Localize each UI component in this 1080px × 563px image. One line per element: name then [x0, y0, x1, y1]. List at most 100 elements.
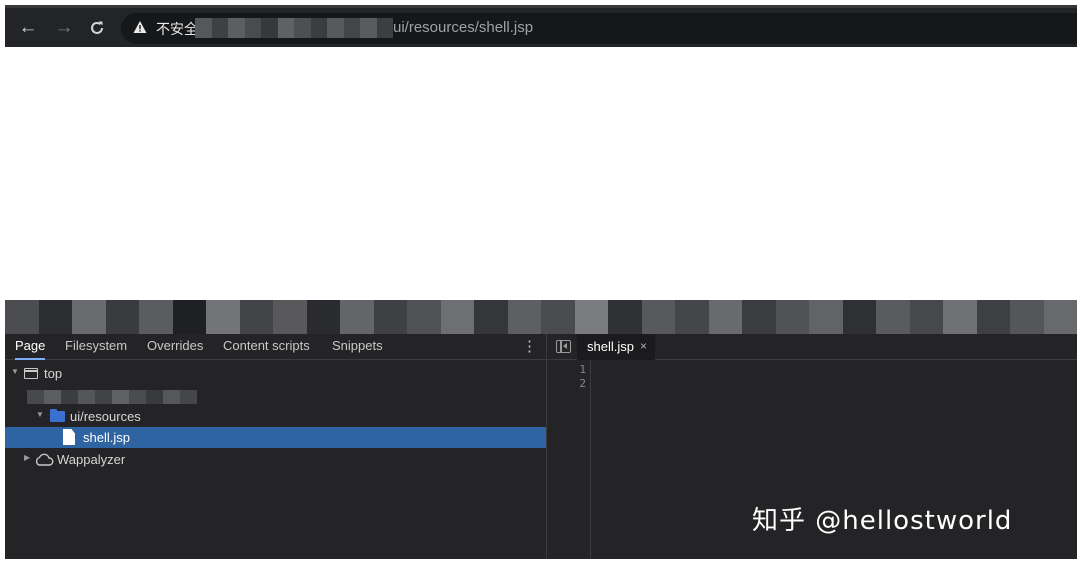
tab-page[interactable]: Page	[15, 338, 46, 360]
tree-item-label: shell.jsp	[83, 430, 130, 445]
redaction-block	[139, 300, 173, 334]
file-icon	[63, 429, 75, 445]
reload-button[interactable]	[83, 14, 111, 42]
redaction-block	[976, 300, 1010, 334]
redaction-block	[195, 18, 212, 38]
browser-toolbar: ← → 不安全 ui/resources/shell.jsp	[5, 5, 1077, 47]
redaction-block	[343, 18, 360, 38]
tab-filesystem[interactable]: Filesystem	[65, 338, 127, 360]
redaction-block	[239, 300, 273, 334]
redaction-block	[909, 300, 943, 334]
redaction-block	[842, 300, 876, 334]
redaction-block	[112, 390, 129, 404]
redaction-block	[809, 300, 843, 334]
redaction-block	[206, 300, 240, 334]
redaction-block	[180, 390, 197, 404]
redaction-block	[1010, 300, 1044, 334]
warning-icon	[133, 21, 147, 33]
redaction-block	[72, 300, 106, 334]
navigator-tabbar: Page Filesystem Overrides Content script…	[5, 334, 546, 360]
tree-item-label: Wappalyzer	[57, 452, 126, 467]
redaction-block	[641, 300, 675, 334]
redacted-banner	[5, 300, 1077, 334]
redaction-block	[211, 18, 228, 38]
redaction-block	[507, 300, 541, 334]
redaction-block	[294, 18, 311, 38]
back-button[interactable]: ←	[14, 14, 42, 42]
editor-tab-label: shell.jsp	[587, 339, 634, 354]
redaction-block	[327, 18, 344, 38]
redaction-block	[376, 18, 393, 38]
redaction-block	[608, 300, 642, 334]
security-label[interactable]: 不安全	[156, 19, 198, 39]
redaction-block	[360, 18, 377, 38]
forward-button[interactable]: →	[50, 14, 78, 42]
redaction-block	[277, 18, 294, 38]
url-text[interactable]: ui/resources/shell.jsp	[393, 19, 533, 36]
tree-item-label: top	[44, 366, 63, 381]
tree-item-top[interactable]: ▼ top	[5, 363, 546, 384]
redaction-block	[943, 300, 977, 334]
folder-icon	[50, 409, 65, 422]
redaction-block	[876, 300, 910, 334]
close-icon[interactable]: ×	[640, 339, 647, 353]
redaction-block	[261, 18, 278, 38]
redaction-block	[244, 18, 261, 38]
redaction-block	[146, 390, 163, 404]
line-number: 2	[579, 377, 586, 390]
redaction-block	[172, 300, 206, 334]
url-redacted-segment	[195, 18, 393, 38]
toggle-navigator-icon[interactable]	[556, 340, 571, 353]
screenshot: ← → 不安全 ui/resources/shell.jsp Page File…	[0, 0, 1080, 563]
redaction-block	[742, 300, 776, 334]
tree-item-file[interactable]: shell.jsp	[5, 427, 546, 448]
cloud-icon	[35, 453, 54, 466]
tree-item-redacted-host[interactable]	[5, 387, 546, 408]
redaction-block	[310, 18, 327, 38]
tab-overrides[interactable]: Overrides	[147, 338, 203, 360]
editor-tabbar: shell.jsp ×	[547, 334, 1077, 360]
redaction-block	[273, 300, 307, 334]
redaction-block	[775, 300, 809, 334]
redaction-block	[129, 390, 146, 404]
redaction-block	[38, 300, 72, 334]
triangle-down-icon[interactable]: ▼	[36, 410, 44, 419]
sources-navigator: Page Filesystem Overrides Content script…	[5, 334, 546, 559]
triangle-down-icon[interactable]: ▼	[11, 367, 19, 376]
redaction-block	[541, 300, 575, 334]
redaction-block	[78, 390, 95, 404]
redaction-block	[105, 300, 139, 334]
redaction-block	[574, 300, 608, 334]
editor-tab-shell-jsp[interactable]: shell.jsp ×	[577, 334, 655, 360]
redaction-block	[708, 300, 742, 334]
frame-icon	[24, 368, 38, 379]
redaction-block	[228, 18, 245, 38]
redaction-block	[95, 390, 112, 404]
redaction-block	[44, 390, 61, 404]
tree-item-folder[interactable]: ▼ ui/resources	[5, 406, 546, 427]
triangle-right-icon[interactable]: ▶	[24, 453, 30, 462]
redaction-block	[1043, 300, 1077, 334]
more-options-icon[interactable]: ⋮	[522, 337, 537, 355]
redaction-block	[61, 390, 78, 404]
redacted-host-label	[27, 390, 197, 404]
redaction-block	[474, 300, 508, 334]
redaction-block	[306, 300, 340, 334]
line-number: 1	[579, 363, 586, 376]
address-bar[interactable]: 不安全 ui/resources/shell.jsp	[121, 13, 1077, 44]
redaction-block	[163, 390, 180, 404]
tab-content-scripts[interactable]: Content scripts	[223, 338, 310, 360]
redaction-block	[5, 300, 39, 334]
reload-icon	[91, 21, 103, 34]
arrow-right-icon: →	[54, 17, 74, 38]
tree-item-extension[interactable]: ▶ Wappalyzer	[5, 449, 546, 470]
tree-item-label: ui/resources	[70, 409, 141, 424]
redaction-block	[407, 300, 441, 334]
arrow-left-icon: ←	[18, 17, 38, 38]
tab-snippets[interactable]: Snippets	[332, 338, 383, 360]
redaction-block	[373, 300, 407, 334]
redaction-block	[340, 300, 374, 334]
watermark: 知乎 @hellostworld	[752, 506, 1013, 536]
line-number-gutter: 1 2	[547, 360, 591, 559]
redaction-block	[675, 300, 709, 334]
